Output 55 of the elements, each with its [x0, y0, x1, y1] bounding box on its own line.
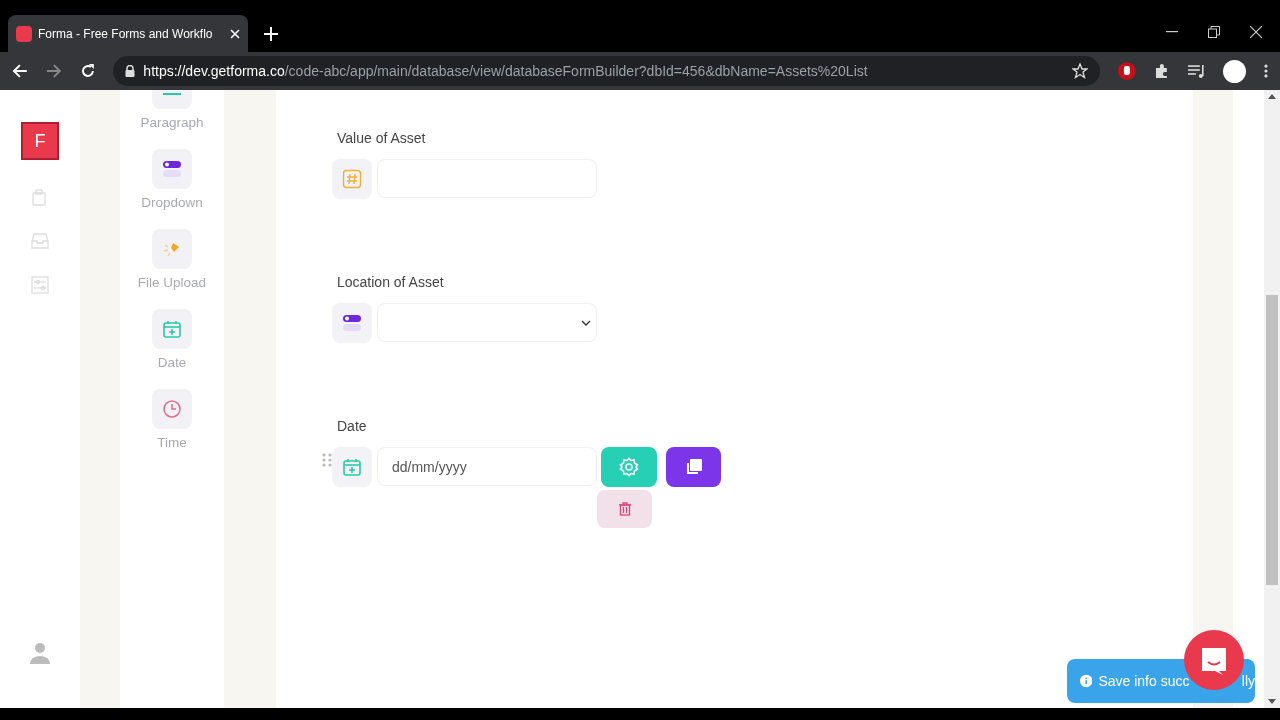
clock-icon [162, 399, 182, 419]
playlist-icon[interactable] [1187, 64, 1206, 78]
minimize-icon[interactable] [1166, 31, 1178, 33]
palette-item-tile[interactable] [152, 309, 192, 349]
field-label: Date [336, 417, 368, 436]
scroll-up-icon[interactable] [1268, 94, 1276, 99]
url-path: /code-abc/app/main/database/view/databaseFormBuilder?dbId=456&dbName=Assets%20List [284, 62, 868, 79]
scroll-down-icon[interactable] [1268, 699, 1276, 704]
palette-item-tile[interactable] [152, 229, 192, 269]
close-icon[interactable] [1250, 26, 1262, 38]
back-icon[interactable] [12, 63, 28, 79]
scrollbar-thumb[interactable] [1266, 295, 1278, 585]
menu-icon[interactable] [1264, 64, 1268, 78]
palette-item-tile[interactable] [152, 389, 192, 429]
trash-icon [618, 502, 631, 516]
favicon-icon [16, 25, 32, 42]
lock-icon [125, 65, 136, 77]
field-label: Location of Asset [336, 273, 445, 292]
clipboard-icon[interactable] [31, 188, 49, 206]
settings-icon [619, 457, 639, 477]
drag-handle-icon[interactable] [322, 453, 332, 467]
app-logo[interactable]: F [21, 122, 59, 160]
calendar-icon [342, 457, 362, 477]
toast-text: Save info succ [1098, 671, 1190, 691]
address-bar[interactable]: https://dev.getforma.co/code-abc/app/main/database/view/databaseFormBuilder?dbId=456&dbName=Assets%20List [113, 56, 1101, 86]
url-host: https://dev.getforma.co [143, 62, 285, 79]
reload-icon[interactable] [79, 63, 96, 79]
toggle-icon [162, 159, 182, 179]
forward-icon[interactable] [45, 63, 62, 79]
delete-button[interactable] [597, 490, 652, 528]
palette-item-label[interactable]: Date [157, 355, 187, 371]
star-icon[interactable] [1072, 63, 1089, 79]
palette-item-label[interactable]: File Upload [137, 275, 207, 291]
calendar-icon [162, 319, 182, 339]
toast-text: lly [1241, 671, 1255, 691]
new-tab-icon[interactable] [264, 27, 278, 41]
browser-tab[interactable]: Forma - Free Forms and Workflo [8, 15, 248, 52]
profile-avatar[interactable] [1223, 59, 1247, 83]
hash-icon [342, 169, 362, 189]
input-field[interactable]: dd/mm/yyyy [377, 447, 597, 486]
palette-item-tile[interactable] [152, 149, 192, 189]
restore-icon[interactable] [1208, 26, 1220, 38]
chevron-down-icon [581, 319, 591, 326]
puzzle-icon[interactable] [1153, 63, 1170, 79]
palette-item-label[interactable]: Dropdown [141, 195, 203, 211]
toggle-icon [342, 313, 362, 333]
copy-icon [684, 458, 703, 476]
chat-icon [1199, 645, 1229, 675]
tab-title: Forma - Free Forms and Workflo [38, 25, 214, 43]
field-label: Value of Asset [336, 129, 427, 148]
palette-item-label[interactable]: Time [157, 435, 187, 451]
dropdown-field[interactable] [377, 303, 597, 342]
info-icon [1080, 673, 1093, 689]
duplicate-button[interactable] [666, 447, 721, 487]
palette-item-label[interactable]: Paragraph [140, 115, 204, 131]
